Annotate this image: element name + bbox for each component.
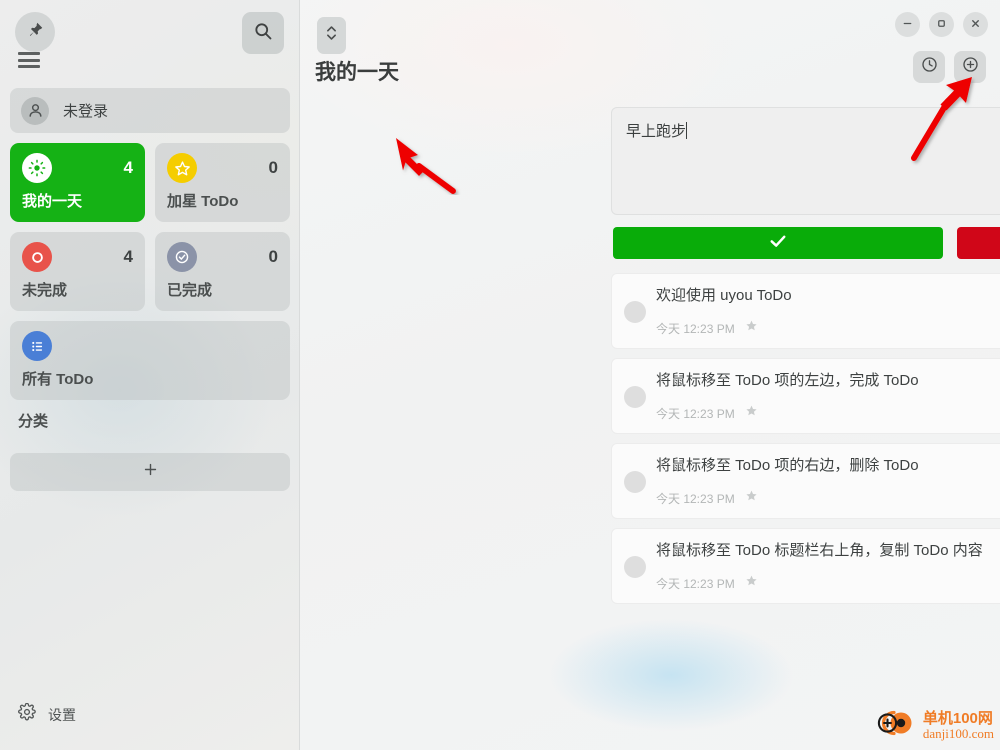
- account-row[interactable]: 未登录: [10, 88, 290, 133]
- settings-button[interactable]: 设置: [18, 702, 76, 726]
- star-icon: [167, 153, 197, 183]
- todo-item[interactable]: 欢迎使用 uyou ToDo 今天 12:23 PM: [611, 273, 1000, 349]
- cancel-button[interactable]: [957, 227, 1000, 259]
- star-icon[interactable]: [745, 574, 758, 592]
- sort-up-down-icon: [324, 23, 339, 48]
- maximize-button[interactable]: [929, 12, 954, 37]
- danji100-logo-icon: [871, 707, 917, 744]
- app-window: 未登录 4 我的一天 0 加星 ToDo 4 未完成 0 已完成 所有 ToDo…: [0, 0, 1000, 750]
- pushpin-icon: [27, 21, 44, 43]
- sidebar-topbar: [10, 12, 289, 54]
- todo-item[interactable]: 将鼠标移至 ToDo 项的左边，完成 ToDo 今天 12:23 PM: [611, 358, 1000, 434]
- card-label: 已完成: [167, 282, 213, 299]
- star-icon[interactable]: [745, 319, 758, 337]
- sidebar-card-my-day[interactable]: 4 我的一天: [10, 143, 145, 222]
- gear-icon: [18, 702, 36, 726]
- card-top: 0: [167, 242, 278, 272]
- card-top: 4: [22, 242, 133, 272]
- star-icon[interactable]: [745, 404, 758, 422]
- watermark-text: 单机100网 danji100.com: [923, 711, 994, 740]
- todo-item[interactable]: 将鼠标移至 ToDo 标题栏右上角，复制 ToDo 内容 今天 12:23 PM: [611, 528, 1000, 604]
- todo-complete-toggle[interactable]: [624, 556, 646, 578]
- sidebar-cards: 4 我的一天 0 加星 ToDo 4 未完成 0 已完成 所有 ToDo: [10, 143, 290, 410]
- todo-title: 将鼠标移至 ToDo 项的右边，删除 ToDo: [656, 457, 919, 474]
- watermark-line2: danji100.com: [922, 725, 994, 741]
- composer-actions: [613, 227, 1000, 259]
- sun-icon: [22, 153, 52, 183]
- sort-order-button[interactable]: [317, 17, 346, 54]
- todo-list: 欢迎使用 uyou ToDo 今天 12:23 PM 将鼠标移至 ToDo 项的…: [611, 273, 1000, 613]
- todo-meta: 今天 12:23 PM: [656, 319, 1000, 337]
- list-icon: [22, 331, 52, 361]
- confirm-button[interactable]: [613, 227, 943, 259]
- card-label: 所有 ToDo: [22, 371, 94, 388]
- card-label: 未完成: [22, 282, 68, 299]
- todo-meta: 今天 12:23 PM: [656, 574, 1000, 592]
- page-title: 我的一天: [315, 61, 399, 84]
- todo-time: 今天 12:23 PM: [656, 576, 735, 591]
- header-actions: [913, 51, 986, 83]
- todo-title: 欢迎使用 uyou ToDo: [656, 287, 792, 304]
- sidebar-card-row-3: 所有 ToDo: [10, 321, 290, 400]
- category-section-title: 分类: [18, 413, 49, 430]
- todo-complete-toggle[interactable]: [624, 301, 646, 323]
- hamburger-menu-icon[interactable]: [18, 52, 40, 68]
- minimize-icon: [902, 16, 913, 34]
- maximize-icon: [936, 16, 947, 34]
- watermark: 单机100网 danji100.com: [871, 707, 994, 744]
- star-icon[interactable]: [745, 489, 758, 507]
- todo-complete-toggle[interactable]: [624, 386, 646, 408]
- add-todo-button[interactable]: [954, 51, 986, 83]
- todo-complete-toggle[interactable]: [624, 471, 646, 493]
- todo-time: 今天 12:23 PM: [656, 406, 735, 421]
- card-count: 0: [268, 158, 278, 177]
- history-button[interactable]: [913, 51, 945, 83]
- window-controls: [895, 12, 988, 37]
- sidebar: 未登录 4 我的一天 0 加星 ToDo 4 未完成 0 已完成 所有 ToDo…: [0, 0, 300, 750]
- card-count: 4: [123, 158, 133, 177]
- sidebar-card-completed[interactable]: 0 已完成: [155, 232, 290, 311]
- sidebar-card-starred[interactable]: 0 加星 ToDo: [155, 143, 290, 222]
- todo-meta: 今天 12:23 PM: [656, 489, 1000, 507]
- minimize-button[interactable]: [895, 12, 920, 37]
- card-label: 我的一天: [22, 193, 83, 210]
- search-icon: [253, 21, 273, 46]
- main-panel: 我的一天 早上跑步 欢迎使用 uyou ToDo 今天 12:23 PM 将鼠标…: [300, 0, 1000, 750]
- todo-meta: 今天 12:23 PM: [656, 404, 1000, 422]
- sidebar-card-all-todos[interactable]: 所有 ToDo: [10, 321, 290, 400]
- checkmark-icon: [768, 231, 788, 256]
- card-count: 4: [123, 247, 133, 266]
- todo-item[interactable]: 将鼠标移至 ToDo 项的右边，删除 ToDo 今天 12:23 PM: [611, 443, 1000, 519]
- sidebar-card-row-2: 4 未完成 0 已完成: [10, 232, 290, 311]
- card-top: 4: [22, 153, 133, 183]
- todo-composer-input[interactable]: 早上跑步: [611, 107, 1000, 215]
- todo-time: 今天 12:23 PM: [656, 491, 735, 506]
- sidebar-card-row-1: 4 我的一天 0 加星 ToDo: [10, 143, 290, 222]
- card-count: 0: [268, 247, 278, 266]
- watermark-line1: 单机100网: [922, 709, 993, 727]
- plus-circle-icon: [961, 55, 980, 79]
- todo-title: 将鼠标移至 ToDo 标题栏右上角，复制 ToDo 内容: [656, 542, 983, 559]
- todo-title: 将鼠标移至 ToDo 项的左边，完成 ToDo: [656, 372, 919, 389]
- close-icon: [970, 16, 981, 34]
- add-category-button[interactable]: [10, 453, 290, 491]
- pushpin-button[interactable]: [15, 12, 55, 52]
- composer-text: 早上跑步: [626, 123, 687, 140]
- sidebar-card-incomplete[interactable]: 4 未完成: [10, 232, 145, 311]
- user-avatar-icon: [21, 96, 49, 125]
- clock-icon: [920, 55, 939, 79]
- settings-label: 设置: [48, 706, 76, 723]
- card-label: 加星 ToDo: [167, 193, 239, 210]
- plus-icon: [142, 461, 159, 483]
- text-caret: [686, 122, 688, 139]
- todo-time: 今天 12:23 PM: [656, 321, 735, 336]
- account-label: 未登录: [63, 103, 109, 120]
- card-top: 0: [167, 153, 278, 183]
- check-circle-icon: [167, 242, 197, 272]
- search-button[interactable]: [242, 12, 284, 54]
- circle-outline-icon: [22, 242, 52, 272]
- card-top: [22, 331, 278, 361]
- close-button[interactable]: [963, 12, 988, 37]
